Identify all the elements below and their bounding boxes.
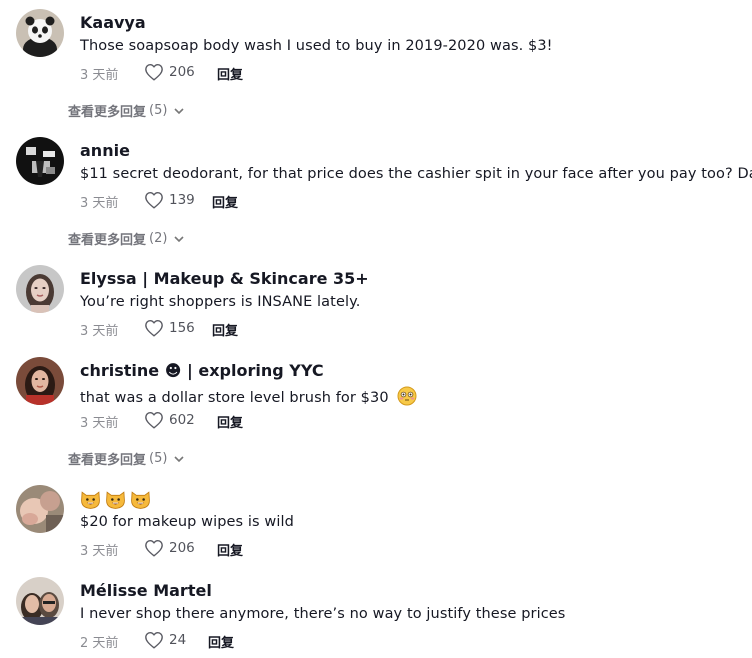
comment-time: 3 天前 <box>80 544 119 559</box>
heart-outline-icon <box>145 631 163 649</box>
view-more-replies[interactable]: 查看更多回复 (2) <box>68 229 185 248</box>
flushed-face-emoji <box>397 386 417 410</box>
reply-button[interactable]: 回复 <box>208 632 234 651</box>
like-button[interactable]: 156 <box>144 319 195 337</box>
comment-author[interactable]: Mélisse Martel <box>80 581 212 600</box>
avatar[interactable] <box>16 137 64 185</box>
grinning-cat-emoji <box>131 491 150 509</box>
chevron-down-icon <box>174 455 185 462</box>
view-more-count: (5) <box>149 451 168 466</box>
comment-text: that was a dollar store level brush for … <box>80 386 417 410</box>
grinning-cat-emoji <box>81 491 100 509</box>
like-count: 206 <box>169 64 195 80</box>
avatar[interactable] <box>16 357 64 405</box>
like-button[interactable]: 139 <box>144 191 195 209</box>
like-count: 206 <box>169 540 195 556</box>
chevron-down-icon <box>174 235 185 242</box>
comment-author[interactable]: christine ☻ | exploring YYC <box>80 361 324 380</box>
like-count: 24 <box>169 632 187 648</box>
comment-text: You’re right shoppers is INSANE lately. <box>80 294 361 310</box>
comment-text: $20 for makeup wipes is wild <box>80 514 294 530</box>
like-button[interactable]: 206 <box>144 63 195 81</box>
comment-author[interactable]: Elyssa | Makeup & Skincare 35+ <box>80 269 369 288</box>
grinning-cat-emoji <box>106 491 125 509</box>
view-more-label: 查看更多回复 <box>68 453 147 468</box>
like-count: 602 <box>169 412 195 428</box>
avatar[interactable] <box>16 577 64 625</box>
view-more-label: 查看更多回复 <box>68 105 147 120</box>
comment-text-content: that was a dollar store level brush for … <box>80 390 389 406</box>
view-more-count: (2) <box>149 231 168 246</box>
comment-time: 3 天前 <box>80 68 119 83</box>
comment-text: Those soapsoap body wash I used to buy i… <box>80 38 553 54</box>
comment-time: 3 天前 <box>80 416 119 431</box>
view-more-replies[interactable]: 查看更多回复 (5) <box>68 101 185 120</box>
reply-button[interactable]: 回复 <box>212 320 238 339</box>
comment-text: I never shop there anymore, there’s no w… <box>80 606 566 622</box>
avatar[interactable] <box>16 265 64 313</box>
avatar[interactable] <box>16 485 64 533</box>
reply-button[interactable]: 回复 <box>217 412 243 431</box>
chevron-down-icon <box>174 107 185 114</box>
view-more-replies[interactable]: 查看更多回复 (5) <box>68 449 185 468</box>
comment-time: 2 天前 <box>80 636 119 651</box>
avatar[interactable] <box>16 9 64 57</box>
comment-text: $11 secret deodorant, for that price doe… <box>80 166 752 182</box>
heart-outline-icon <box>145 411 163 429</box>
comment-time: 3 天前 <box>80 324 119 339</box>
comment-author[interactable]: annie <box>80 141 130 160</box>
heart-outline-icon <box>145 319 163 337</box>
view-more-label: 查看更多回复 <box>68 233 147 248</box>
like-button[interactable]: 602 <box>144 411 195 429</box>
like-button[interactable]: 24 <box>144 631 186 649</box>
like-count: 139 <box>169 192 195 208</box>
reply-button[interactable]: 回复 <box>212 192 238 211</box>
reply-button[interactable]: 回复 <box>217 64 243 83</box>
heart-outline-icon <box>145 191 163 209</box>
comment-author[interactable] <box>80 489 151 510</box>
comment-author[interactable]: Kaavya <box>80 13 146 32</box>
view-more-count: (5) <box>149 103 168 118</box>
reply-button[interactable]: 回复 <box>217 540 243 559</box>
heart-outline-icon <box>145 63 163 81</box>
heart-outline-icon <box>145 539 163 557</box>
like-count: 156 <box>169 320 195 336</box>
comment-time: 3 天前 <box>80 196 119 211</box>
like-button[interactable]: 206 <box>144 539 195 557</box>
